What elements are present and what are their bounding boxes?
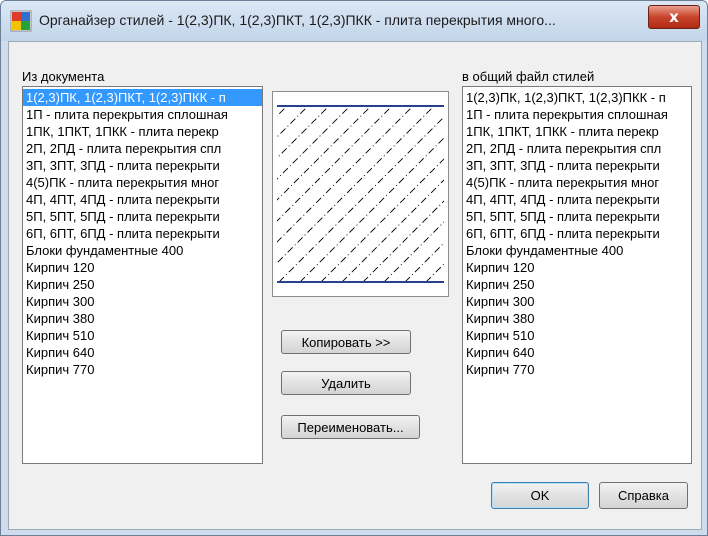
list-item[interactable]: Блоки фундаментные 400 <box>463 242 691 259</box>
list-item[interactable]: 1(2,3)ПК, 1(2,3)ПКТ, 1(2,3)ПКК - п <box>23 89 262 106</box>
source-list-label: Из документа <box>22 69 105 84</box>
app-icon <box>10 10 32 32</box>
list-item[interactable]: 1(2,3)ПК, 1(2,3)ПКТ, 1(2,3)ПКК - п <box>463 89 691 106</box>
list-item[interactable]: Кирпич 300 <box>23 293 262 310</box>
ok-button[interactable]: OK <box>491 482 589 509</box>
list-item[interactable]: Кирпич 770 <box>463 361 691 378</box>
list-item[interactable]: 6П, 6ПТ, 6ПД - плита перекрыти <box>463 225 691 242</box>
target-style-items: 1(2,3)ПК, 1(2,3)ПКТ, 1(2,3)ПКК - п 1П - п… <box>463 87 691 378</box>
list-item[interactable]: Кирпич 640 <box>23 344 262 361</box>
list-item[interactable]: Кирпич 120 <box>23 259 262 276</box>
list-item[interactable]: Кирпич 120 <box>463 259 691 276</box>
list-item[interactable]: 5П, 5ПТ, 5ПД - плита перекрыти <box>23 208 262 225</box>
list-item[interactable]: 6П, 6ПТ, 6ПД - плита перекрыти <box>23 225 262 242</box>
list-item[interactable]: 1П - плита перекрытия сплошная <box>23 106 262 123</box>
list-item[interactable]: 1ПК, 1ПКТ, 1ПКК - плита перекр <box>23 123 262 140</box>
rename-button[interactable]: Переименовать... <box>281 415 420 439</box>
list-item[interactable]: 4(5)ПК - плита перекрытия мног <box>463 174 691 191</box>
close-icon: x <box>669 8 679 26</box>
list-item[interactable]: 5П, 5ПТ, 5ПД - плита перекрыти <box>463 208 691 225</box>
list-item[interactable]: Кирпич 640 <box>463 344 691 361</box>
list-item[interactable]: 1ПК, 1ПКТ, 1ПКК - плита перекр <box>463 123 691 140</box>
hatch-pattern-preview <box>277 105 444 283</box>
list-item[interactable]: Кирпич 250 <box>463 276 691 293</box>
list-item[interactable]: Кирпич 300 <box>463 293 691 310</box>
hatch-lines <box>277 107 444 281</box>
list-item[interactable]: 3П, 3ПТ, 3ПД - плита перекрыти <box>23 157 262 174</box>
list-item[interactable]: Кирпич 770 <box>23 361 262 378</box>
delete-button[interactable]: Удалить <box>281 371 411 395</box>
help-button[interactable]: Справка <box>599 482 688 509</box>
list-item[interactable]: 3П, 3ПТ, 3ПД - плита перекрыти <box>463 157 691 174</box>
list-item[interactable]: 2П, 2ПД - плита перекрытия спл <box>463 140 691 157</box>
title-bar[interactable]: Органайзер стилей - 1(2,3)ПК, 1(2,3)ПКТ,… <box>1 1 707 41</box>
list-item[interactable]: 4П, 4ПТ, 4ПД - плита перекрыти <box>463 191 691 208</box>
target-style-list[interactable]: 1(2,3)ПК, 1(2,3)ПКТ, 1(2,3)ПКК - п 1П - п… <box>462 86 692 464</box>
style-organizer-window: Органайзер стилей - 1(2,3)ПК, 1(2,3)ПКТ,… <box>0 0 708 536</box>
list-item[interactable]: 1П - плита перекрытия сплошная <box>463 106 691 123</box>
list-item[interactable]: 4П, 4ПТ, 4ПД - плита перекрыти <box>23 191 262 208</box>
list-item[interactable]: Кирпич 250 <box>23 276 262 293</box>
source-style-list[interactable]: 1(2,3)ПК, 1(2,3)ПКТ, 1(2,3)ПКК - п 1П - п… <box>22 86 263 464</box>
list-item[interactable]: Кирпич 510 <box>23 327 262 344</box>
dialog-client-area: Из документа 1(2,3)ПК, 1(2,3)ПКТ, 1(2,3)… <box>8 41 702 530</box>
list-item[interactable]: Блоки фундаментные 400 <box>23 242 262 259</box>
window-title: Органайзер стилей - 1(2,3)ПК, 1(2,3)ПКТ,… <box>39 12 556 28</box>
list-item[interactable]: 2П, 2ПД - плита перекрытия спл <box>23 140 262 157</box>
target-list-label: в общий файл стилей <box>462 69 595 84</box>
close-button[interactable]: x <box>648 5 700 29</box>
list-item[interactable]: 4(5)ПК - плита перекрытия мног <box>23 174 262 191</box>
list-item[interactable]: Кирпич 510 <box>463 327 691 344</box>
hatch-preview <box>272 91 449 297</box>
list-item[interactable]: Кирпич 380 <box>23 310 262 327</box>
list-item[interactable]: Кирпич 380 <box>463 310 691 327</box>
source-style-items: 1(2,3)ПК, 1(2,3)ПКТ, 1(2,3)ПКК - п 1П - п… <box>23 87 262 378</box>
copy-button[interactable]: Копировать >> <box>281 330 411 354</box>
